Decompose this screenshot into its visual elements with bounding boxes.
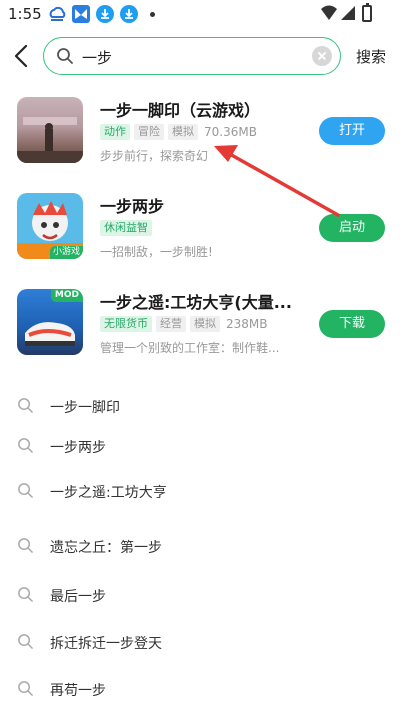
search-icon bbox=[17, 680, 34, 701]
search-icon bbox=[56, 47, 74, 69]
result-title[interactable]: 一步一脚印（云游戏） bbox=[100, 97, 260, 121]
suggestion-text[interactable]: 遗忘之丘：第一步 bbox=[50, 537, 162, 557]
file-size: 238MB bbox=[226, 317, 268, 331]
suggestion-text[interactable]: 一步之遥:工坊大亨 bbox=[50, 482, 167, 502]
download-button[interactable]: 下载 bbox=[319, 310, 385, 338]
launch-button[interactable]: 启动 bbox=[319, 214, 385, 242]
back-button[interactable] bbox=[10, 42, 34, 70]
open-button[interactable]: 打开 bbox=[319, 117, 385, 145]
result-item[interactable]: 一步一脚印（云游戏） 动作 冒险 模拟 70.36MB 步步前行，探索奇幻 打开 bbox=[0, 97, 403, 177]
status-bar: 1:55 bbox=[0, 0, 403, 30]
tag: 经营 bbox=[156, 316, 186, 332]
tag-list: 动作 冒险 模拟 70.36MB bbox=[100, 124, 257, 140]
search-icon bbox=[17, 586, 34, 607]
search-icon bbox=[17, 633, 34, 654]
tag: 冒险 bbox=[134, 124, 164, 140]
suggestion-item[interactable]: 一步之遥:工坊大亨 bbox=[0, 472, 403, 512]
bird-app-icon bbox=[72, 5, 90, 23]
suggestion-text[interactable]: 一步两步 bbox=[50, 437, 106, 457]
tag: 无限货币 bbox=[100, 316, 152, 332]
suggestion-text[interactable]: 再苟一步 bbox=[50, 680, 106, 700]
suggestion-item[interactable]: 遗忘之丘：第一步 bbox=[0, 527, 403, 567]
suggestion-item[interactable]: 最后一步 bbox=[0, 576, 403, 616]
suggestion-text[interactable]: 最后一步 bbox=[50, 586, 106, 606]
search-icon bbox=[17, 537, 34, 558]
result-description: 管理一个别致的工作室：制作鞋... bbox=[100, 341, 280, 355]
result-description: 步步前行，探索奇幻 bbox=[100, 149, 209, 163]
status-time: 1:55 bbox=[8, 5, 42, 23]
battery-icon bbox=[362, 3, 372, 22]
tag-list: 休闲益智 bbox=[100, 220, 152, 236]
result-description: 一招制敌，一步制胜! bbox=[100, 245, 213, 259]
suggestion-text[interactable]: 一步一脚印 bbox=[50, 397, 120, 417]
search-icon bbox=[17, 397, 34, 418]
signal-icon bbox=[340, 5, 356, 25]
result-item[interactable]: 小游戏 一步两步 休闲益智 一招制敌，一步制胜! 启动 bbox=[0, 193, 403, 273]
result-title[interactable]: 一步之遥:工坊大亨(大量... bbox=[100, 289, 292, 313]
result-title[interactable]: 一步两步 bbox=[100, 193, 164, 217]
result-item[interactable]: MOD 一步之遥:工坊大亨(大量... 无限货币 经营 模拟 238MB 管理一… bbox=[0, 289, 403, 369]
search-icon bbox=[17, 482, 34, 503]
wifi-icon bbox=[320, 5, 338, 25]
tag: 模拟 bbox=[190, 316, 220, 332]
suggestion-item[interactable]: 一步一脚印 bbox=[0, 387, 403, 427]
download-app-icon bbox=[96, 5, 114, 23]
game-thumbnail bbox=[17, 97, 83, 163]
tag: 动作 bbox=[100, 124, 130, 140]
mini-game-badge: 小游戏 bbox=[49, 246, 83, 259]
suggestion-item[interactable]: 再苟一步 bbox=[0, 670, 403, 710]
game-thumbnail: 小游戏 bbox=[17, 193, 83, 259]
search-query[interactable]: 一步 bbox=[82, 47, 112, 68]
tag-list: 无限货币 经营 模拟 238MB bbox=[100, 316, 268, 332]
mod-badge: MOD bbox=[50, 289, 83, 302]
clear-search-button[interactable] bbox=[312, 46, 332, 66]
search-button[interactable]: 搜索 bbox=[356, 46, 386, 67]
download-app-icon-2 bbox=[120, 5, 138, 23]
notification-dot bbox=[150, 12, 155, 17]
tag: 休闲益智 bbox=[100, 220, 152, 236]
cloud-app-icon bbox=[48, 5, 66, 23]
game-thumbnail: MOD bbox=[17, 289, 83, 355]
search-input[interactable]: 一步 bbox=[43, 37, 341, 75]
suggestion-text[interactable]: 拆迁拆迁一步登天 bbox=[50, 633, 162, 653]
suggestion-item[interactable]: 一步两步 bbox=[0, 427, 403, 467]
search-icon bbox=[17, 437, 34, 458]
tag: 模拟 bbox=[168, 124, 198, 140]
suggestion-item[interactable]: 拆迁拆迁一步登天 bbox=[0, 623, 403, 663]
file-size: 70.36MB bbox=[204, 125, 257, 139]
